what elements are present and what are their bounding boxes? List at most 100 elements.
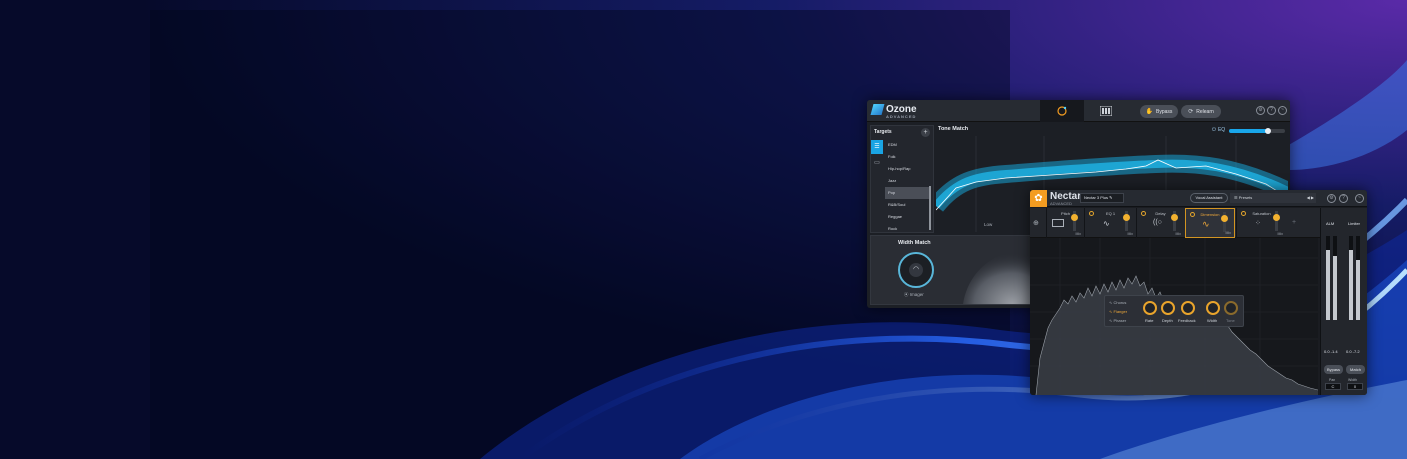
bypass-button[interactable]: ✋ Bypass [1140, 105, 1178, 118]
mix-fader[interactable] [1123, 211, 1130, 231]
settings-icon[interactable]: ⚙ [1327, 194, 1336, 203]
width-knob[interactable] [1206, 301, 1220, 315]
mode-option-selected[interactable]: ∿ Flanger [1109, 309, 1127, 314]
relearn-label: Relearn [1196, 108, 1214, 115]
module-saturation[interactable]: Saturation ⁘ Mix [1236, 208, 1286, 238]
tab-assistant[interactable] [1040, 100, 1084, 122]
mode-option[interactable]: ∿ Chorus [1109, 300, 1126, 305]
eq-label: EQ [1217, 127, 1226, 133]
module-delay[interactable]: Delay ((○ Mix [1136, 208, 1184, 238]
eq-amount-slider[interactable] [1229, 128, 1285, 134]
wave-icon: ∿ [1109, 318, 1113, 323]
output-meters: ALM Limiter 0.0 -1.4 0.0 -7.2 Bypass Mat… [1320, 208, 1367, 395]
pan-field[interactable]: C [1325, 383, 1341, 390]
list-item[interactable]: Hip-hop/Rap [885, 163, 931, 175]
mode-option[interactable]: ∿ Phaser [1109, 318, 1126, 323]
dimension-icon: ∿ [1202, 219, 1210, 229]
add-module-icon[interactable]: + [1292, 219, 1296, 226]
mix-label: Mix [1127, 232, 1133, 236]
izotope-icon[interactable]: ~ [1278, 106, 1287, 115]
list-item[interactable]: R&B/Soul [885, 199, 931, 211]
low-label: Low [984, 222, 993, 227]
meter-fill [1349, 250, 1353, 320]
list-item-selected[interactable]: Pop [885, 187, 931, 199]
list-item[interactable]: Jazz [885, 175, 931, 187]
eq-slider-handle[interactable] [1265, 128, 1271, 134]
preset-name-field[interactable]: Nectar 3 Plus ✎ [1080, 193, 1124, 203]
ozone-logo-icon [870, 104, 885, 115]
imager-label: Imager [909, 292, 924, 297]
wave-icon: ∿ [1109, 309, 1113, 314]
mix-fader[interactable] [1221, 212, 1228, 232]
meter-fill [1333, 256, 1337, 320]
spectrum-display: ∿ Chorus ∿ Flanger ∿ Phaser Rate Depth F… [1030, 238, 1318, 395]
piano-icon [1052, 219, 1064, 227]
feedback-knob[interactable] [1181, 301, 1195, 315]
rate-knob[interactable] [1143, 301, 1157, 315]
mix-fader[interactable] [1273, 211, 1280, 231]
meter-fill [1326, 250, 1330, 320]
tab-modules[interactable] [1084, 100, 1128, 122]
tone-knob[interactable] [1224, 301, 1238, 315]
width-field[interactable]: 0 [1347, 383, 1363, 390]
list-item[interactable]: Reggae [885, 211, 931, 223]
eq-toggle[interactable]: ⏻ EQ [1212, 127, 1225, 133]
power-icon: ⦿ [904, 292, 909, 297]
list-item[interactable]: EDM [885, 139, 931, 151]
nectar-header: ✿ Nectar ADVANCED Nectar 3 Plus ✎ Vocal A… [1030, 190, 1367, 207]
hand-icon: ✋ [1145, 109, 1154, 115]
module-dimension[interactable]: Dimension ∿ Mix [1185, 208, 1235, 238]
preset-name: Nectar 3 Plus [1084, 195, 1109, 200]
vocal-assistant-button[interactable]: Vocal Assistant [1190, 193, 1228, 203]
ozone-header: Ozone ADVANCED ✋ Bypass ⟳ Relearn ⚙ ? ~ [867, 100, 1290, 122]
add-module-icon[interactable]: ⊕ [1033, 219, 1039, 227]
depth-knob[interactable] [1161, 301, 1175, 315]
imager-link[interactable]: ⦿ Imager [904, 292, 924, 298]
width-label: Width [1348, 378, 1357, 382]
assistant-icon [1057, 106, 1067, 116]
targets-scrollbar[interactable] [929, 186, 931, 230]
mix-fader-handle[interactable] [1273, 214, 1280, 221]
bypass-button[interactable]: Bypass [1324, 365, 1343, 374]
next-prev-icon[interactable]: ◀ ▶ [1307, 193, 1314, 203]
bypass-label: Bypass [1156, 108, 1173, 115]
help-icon[interactable]: ? [1267, 106, 1276, 115]
mix-fader-handle[interactable] [1071, 214, 1078, 221]
eq-slider-fill [1229, 129, 1268, 133]
list-item[interactable]: Rock [885, 223, 931, 235]
saturation-icon: ⁘ [1255, 220, 1261, 227]
mix-fader[interactable] [1171, 211, 1178, 231]
refresh-icon: ⟳ [1188, 109, 1194, 115]
file-icon[interactable]: ▭ [871, 156, 883, 170]
help-icon[interactable]: ? [1339, 194, 1348, 203]
relearn-button[interactable]: ⟳ Relearn [1181, 105, 1221, 118]
presets-dropdown[interactable]: ☰ Presets ◀ ▶ [1230, 193, 1316, 203]
mix-label: Mix [1225, 231, 1231, 235]
meter-bar [1356, 236, 1360, 320]
presets-label: Presets [1238, 195, 1253, 200]
list-icon[interactable]: ☰ [871, 140, 883, 154]
list-item[interactable]: Folk [885, 151, 931, 163]
add-target-button[interactable]: + [921, 128, 930, 137]
meter-bar [1333, 236, 1337, 320]
bars-icon: ☰ [1234, 195, 1238, 200]
mix-fader[interactable] [1071, 211, 1078, 231]
module-eq1[interactable]: EQ 1 ∿ Mix [1084, 208, 1136, 238]
mode-label: Chorus [1113, 300, 1127, 305]
mix-fader-handle[interactable] [1123, 214, 1130, 221]
mix-fader-handle[interactable] [1171, 214, 1178, 221]
width-match-title: Width Match [898, 240, 931, 246]
module-pitch[interactable]: Pitch Mix [1046, 208, 1084, 238]
izotope-icon[interactable]: ~ [1355, 194, 1364, 203]
width-match-knob[interactable]: ◠ [898, 252, 934, 288]
stereo-scatter [963, 247, 1033, 304]
width-match-panel: Width Match ◠ ⦿ Imager [870, 235, 1035, 305]
meter-bar [1349, 236, 1353, 320]
match-button[interactable]: Match [1346, 365, 1365, 374]
nectar-logo: Nectar ADVANCED [1050, 191, 1081, 206]
settings-icon[interactable]: ⚙ [1256, 106, 1265, 115]
meter-right-label: Limiter [1348, 221, 1361, 226]
module-name: Pitch [1061, 211, 1070, 216]
wave-icon: ∿ [1109, 300, 1113, 305]
mix-fader-handle[interactable] [1221, 215, 1228, 222]
